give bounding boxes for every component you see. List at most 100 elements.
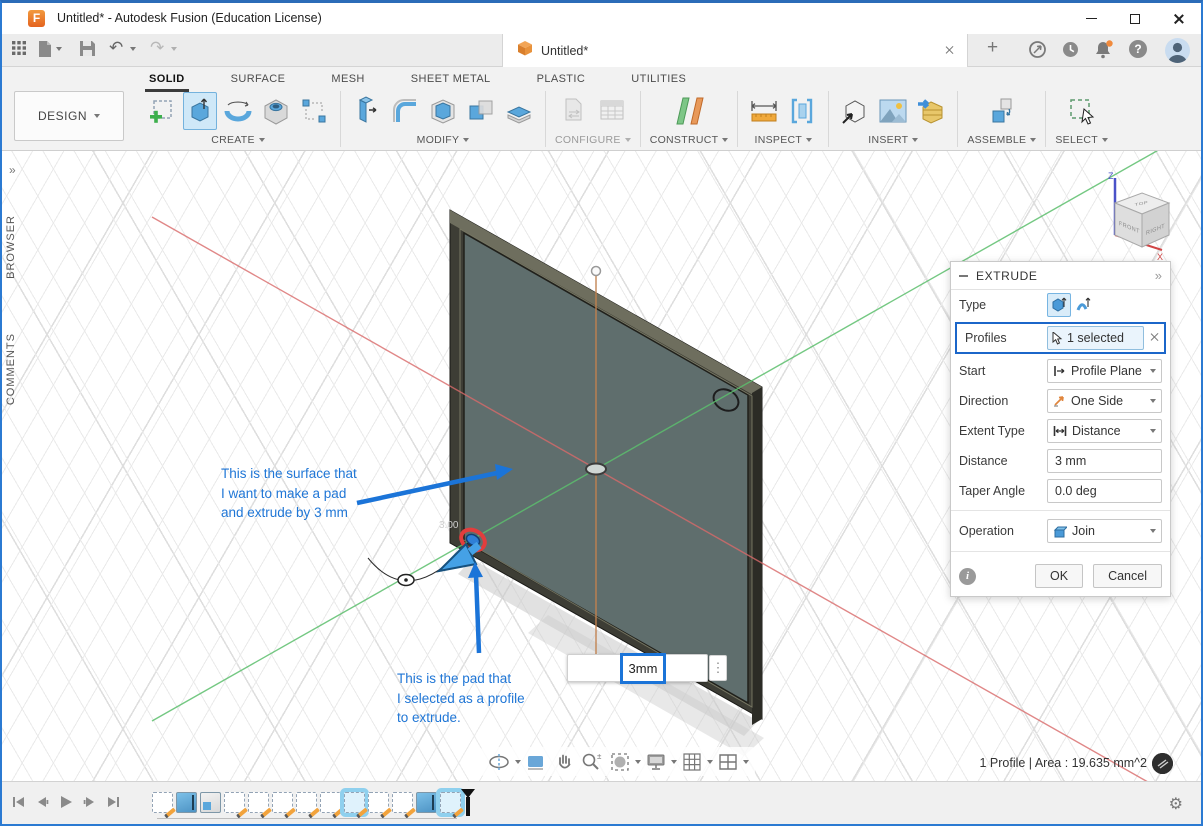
- workspace-selector[interactable]: DESIGN: [14, 91, 124, 141]
- group-label-construct[interactable]: CONSTRUCT: [650, 134, 729, 146]
- grid-settings-icon[interactable]: [679, 750, 705, 774]
- timeline-item-sketch[interactable]: [367, 792, 392, 819]
- file-menu-icon[interactable]: [38, 41, 52, 62]
- undo-icon[interactable]: ↶: [109, 38, 123, 58]
- grid-caret[interactable]: [707, 759, 713, 764]
- group-label-insert[interactable]: INSERT: [868, 134, 919, 146]
- split-body-button[interactable]: [502, 92, 536, 130]
- type-solid-extrude-button[interactable]: [1047, 293, 1071, 317]
- canvas-distance-input[interactable]: 3mm: [567, 653, 708, 684]
- timeline-item-sketch[interactable]: [223, 792, 248, 819]
- view-cube[interactable]: TOP FRONT RIGHT Z X: [1108, 171, 1171, 262]
- revolve-button[interactable]: [221, 92, 255, 130]
- group-label-inspect[interactable]: INSPECT: [755, 134, 813, 146]
- display-caret[interactable]: [671, 759, 677, 764]
- expand-panels-chevron[interactable]: »: [9, 163, 16, 177]
- minimize-button[interactable]: [1069, 3, 1113, 34]
- axis-handle-dot[interactable]: [590, 265, 602, 277]
- new-document-tab-icon[interactable]: +: [987, 37, 998, 59]
- play-button[interactable]: [58, 794, 74, 815]
- press-pull-button[interactable]: [350, 92, 384, 130]
- save-icon[interactable]: [80, 41, 95, 61]
- direction-dropdown[interactable]: One Side: [1047, 389, 1162, 413]
- pattern-button[interactable]: [297, 92, 331, 130]
- timeline-item-sketch[interactable]: [439, 792, 464, 819]
- job-status-icon[interactable]: [1061, 40, 1080, 64]
- insert-derive-button[interactable]: [838, 92, 872, 130]
- type-thin-extrude-button[interactable]: [1071, 293, 1095, 317]
- fillet-button[interactable]: [388, 92, 422, 130]
- dialog-more-chevron[interactable]: »: [1155, 268, 1162, 283]
- group-label-create[interactable]: CREATE: [211, 134, 265, 146]
- app-grid-icon[interactable]: [12, 41, 26, 60]
- distance-input[interactable]: 3 mm: [1047, 449, 1162, 473]
- insert-canvas-button[interactable]: [876, 92, 910, 130]
- timeline-item-sketch[interactable]: [319, 792, 344, 819]
- timeline-item-sketch[interactable]: [295, 792, 320, 819]
- timeline-gear-icon[interactable]: ⚙: [1169, 794, 1183, 814]
- look-at-icon[interactable]: [523, 750, 549, 774]
- notifications-bell-icon[interactable]: [1094, 40, 1114, 64]
- cancel-button[interactable]: Cancel: [1093, 564, 1162, 588]
- maximize-button[interactable]: [1113, 3, 1157, 34]
- operation-dropdown[interactable]: Join: [1047, 519, 1162, 543]
- profiles-clear-icon[interactable]: [1150, 331, 1160, 345]
- group-label-modify[interactable]: MODIFY: [417, 134, 470, 146]
- construct-plane-button[interactable]: [666, 92, 712, 130]
- viewports-icon[interactable]: [715, 750, 741, 774]
- create-sketch-button[interactable]: [145, 92, 179, 130]
- status-badge-icon[interactable]: [1152, 753, 1173, 774]
- fit-caret[interactable]: [635, 759, 641, 764]
- select-button[interactable]: [1065, 92, 1099, 130]
- configure-table-button[interactable]: [595, 92, 629, 130]
- group-label-select[interactable]: SELECT: [1055, 134, 1108, 146]
- insert-mcmaster-button[interactable]: [914, 92, 948, 130]
- timeline-item-box[interactable]: [199, 792, 221, 813]
- timeline-item-extrude[interactable]: [415, 792, 437, 813]
- browser-panel-tab[interactable]: BROWSER: [5, 215, 17, 279]
- timeline-item-sketch[interactable]: [247, 792, 272, 819]
- profile-avatar[interactable]: [1165, 38, 1190, 63]
- info-icon[interactable]: i: [959, 567, 976, 585]
- orbit-caret[interactable]: [515, 759, 521, 764]
- file-menu-caret[interactable]: [56, 47, 62, 51]
- collapse-icon[interactable]: [959, 274, 968, 277]
- document-tab-close-icon[interactable]: [945, 42, 955, 60]
- dialog-header[interactable]: EXTRUDE »: [951, 262, 1170, 290]
- profiles-selected-button[interactable]: 1 selected: [1047, 326, 1144, 350]
- close-button[interactable]: [1157, 3, 1201, 34]
- timeline-item-sketch[interactable]: [151, 792, 176, 819]
- profiles-row[interactable]: Profiles 1 selected: [955, 322, 1166, 354]
- ok-button[interactable]: OK: [1035, 564, 1084, 588]
- extrude-button[interactable]: [183, 92, 217, 130]
- shell-button[interactable]: [426, 92, 460, 130]
- viewports-caret[interactable]: [743, 759, 749, 764]
- start-dropdown[interactable]: Profile Plane: [1047, 359, 1162, 383]
- comments-panel-tab[interactable]: COMMENTS: [5, 333, 17, 405]
- document-tab[interactable]: Untitled*: [502, 34, 968, 67]
- assemble-joint-button[interactable]: [985, 92, 1019, 130]
- undo-caret[interactable]: [130, 47, 136, 51]
- orbit-icon[interactable]: [487, 750, 513, 774]
- origin-marker[interactable]: [585, 462, 607, 476]
- display-settings-icon[interactable]: [643, 750, 669, 774]
- extensions-icon[interactable]: [1028, 40, 1047, 64]
- timeline-item-sketch[interactable]: [391, 792, 416, 819]
- extent-type-dropdown[interactable]: Distance: [1047, 419, 1162, 443]
- taper-angle-input[interactable]: 0.0 deg: [1047, 479, 1162, 503]
- canvas-distance-value[interactable]: 3mm: [620, 653, 666, 684]
- canvas-input-kebab-icon[interactable]: ⋮: [709, 655, 727, 681]
- measure-button[interactable]: [747, 92, 781, 130]
- combine-button[interactable]: [464, 92, 498, 130]
- timeline-item-sketch[interactable]: [271, 792, 296, 819]
- timeline-item-sketch[interactable]: [343, 792, 368, 819]
- timeline-item-extrude[interactable]: [175, 792, 197, 813]
- section-analysis-button[interactable]: [785, 92, 819, 130]
- step-back-button[interactable]: [35, 795, 49, 814]
- go-to-start-button[interactable]: [12, 795, 26, 814]
- step-forward-button[interactable]: [83, 795, 97, 814]
- configure-sheet-button[interactable]: [557, 92, 591, 130]
- redo-icon[interactable]: ↷: [150, 38, 164, 58]
- fit-icon[interactable]: [607, 750, 633, 774]
- zoom-icon[interactable]: ±: [579, 750, 605, 774]
